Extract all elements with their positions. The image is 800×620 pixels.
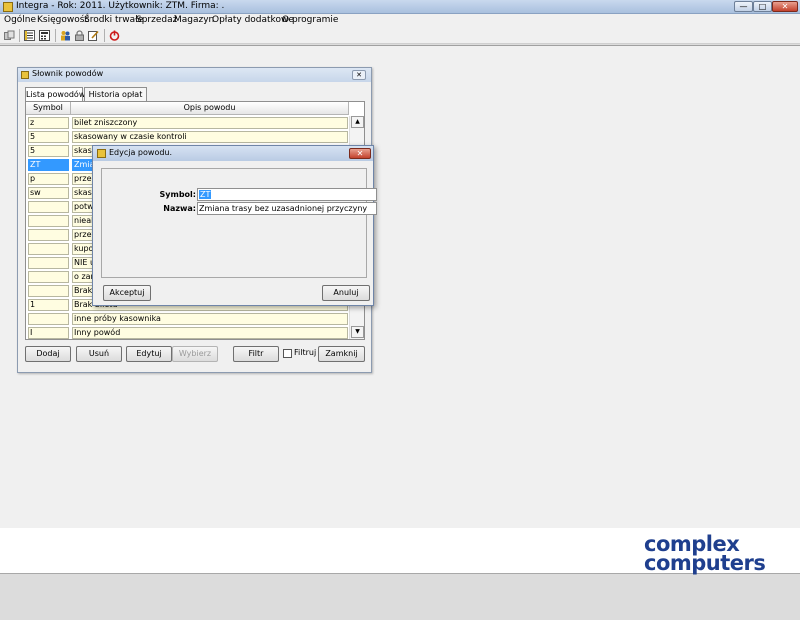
nazwa-input[interactable]: Zmiana trasy bez uzasadnionej przyczyny <box>197 202 377 215</box>
table-row[interactable]: z bilet zniszczony <box>26 116 349 130</box>
cell-symbol[interactable]: ZT <box>28 159 69 171</box>
filtruj-label[interactable]: Filtruj <box>294 348 316 357</box>
zamknij-button[interactable]: Zamknij <box>318 346 365 362</box>
cell-symbol[interactable] <box>28 271 69 283</box>
cell-symbol[interactable] <box>28 285 69 297</box>
company-logo-bottom: computers <box>644 551 766 575</box>
symbol-input[interactable]: ZT <box>197 188 377 201</box>
cell-symbol[interactable]: p <box>28 173 69 185</box>
cell-symbol[interactable] <box>28 313 69 325</box>
cell-symbol[interactable] <box>28 229 69 241</box>
edit-icon[interactable] <box>88 30 99 41</box>
cell-symbol[interactable] <box>28 257 69 269</box>
list-icon[interactable] <box>24 30 35 41</box>
app-icon <box>3 2 13 12</box>
toolbar-separator <box>19 29 20 42</box>
users-icon[interactable] <box>60 30 71 41</box>
cell-symbol[interactable] <box>28 201 69 213</box>
menu-bar: Ogólne Księgowość Środki trwałe Sprzedaż… <box>0 14 800 27</box>
cell-symbol[interactable] <box>28 243 69 255</box>
minimize-button[interactable]: — <box>734 1 753 12</box>
edycja-powodu-dialog: Edycja powodu. ✕ Symbol: ZT Nazwa: Zmian… <box>92 145 377 306</box>
toolbar-separator <box>55 29 56 42</box>
cell-opis[interactable]: inne próby kasownika <box>72 313 348 325</box>
tab-lista-powodow[interactable]: Lista powodów <box>25 87 85 102</box>
cell-symbol[interactable]: I <box>28 327 69 339</box>
column-header-symbol[interactable]: Symbol <box>26 102 71 115</box>
symbol-input-value: ZT <box>199 190 212 199</box>
calculator-icon[interactable] <box>39 30 50 41</box>
scroll-up-arrow-icon[interactable]: ▲ <box>351 116 364 128</box>
menu-ksiegowosc[interactable]: Księgowość <box>37 15 89 25</box>
maximize-button[interactable]: □ <box>753 1 772 12</box>
tab-historia-oplat[interactable]: Historia opłat <box>84 87 147 101</box>
window-icon <box>21 71 29 79</box>
cell-symbol[interactable]: z <box>28 117 69 129</box>
menu-o-programie[interactable]: O programie <box>282 15 338 25</box>
edycja-title: Edycja powodu. <box>109 148 173 157</box>
akceptuj-button[interactable]: Akceptuj <box>103 285 151 301</box>
dialog-icon <box>97 149 106 158</box>
column-header-opis[interactable]: Opis powodu <box>71 102 349 115</box>
power-icon[interactable] <box>109 30 120 41</box>
app-title-bar: Integra - Rok: 2011. Użytkownik: ZTM. Fi… <box>0 0 800 14</box>
table-row[interactable]: 5 skasowany w czasie kontroli <box>26 130 349 144</box>
menu-srodki-trwale[interactable]: Środki trwałe <box>84 15 143 25</box>
nazwa-label: Nazwa: <box>163 204 196 213</box>
cell-symbol[interactable]: 5 <box>28 131 69 143</box>
app-title: Integra - Rok: 2011. Użytkownik: ZTM. Fi… <box>16 1 225 11</box>
slownik-title-bar: Słownik powodów ✕ <box>18 68 371 82</box>
edytuj-button[interactable]: Edytuj <box>126 346 172 362</box>
edycja-form-panel: Symbol: ZT Nazwa: Zmiana trasy bez uzasa… <box>101 168 377 278</box>
edycja-title-bar: Edycja powodu. ✕ <box>93 146 373 161</box>
symbol-label: Symbol: <box>159 190 196 199</box>
close-button[interactable]: ✕ <box>772 1 798 12</box>
lock-icon[interactable] <box>74 30 85 41</box>
table-row[interactable]: inne próby kasownika <box>26 312 349 326</box>
slownik-title: Słownik powodów <box>32 69 104 78</box>
usun-button[interactable]: Usuń <box>76 346 122 362</box>
edycja-close-button[interactable]: ✕ <box>349 148 371 159</box>
cell-opis[interactable]: bilet zniszczony <box>72 117 348 129</box>
slownik-close-button[interactable]: ✕ <box>352 70 366 80</box>
cell-symbol[interactable] <box>28 215 69 227</box>
scroll-down-arrow-icon[interactable]: ▼ <box>351 326 364 338</box>
filtruj-checkbox[interactable] <box>283 349 292 358</box>
cell-opis[interactable]: skasowany w czasie kontroli <box>72 131 348 143</box>
menu-ogolne[interactable]: Ogólne <box>4 15 36 25</box>
filtr-button[interactable]: Filtr <box>233 346 279 362</box>
anuluj-button[interactable]: Anuluj <box>322 285 370 301</box>
cell-opis[interactable]: Inny powód <box>72 327 348 339</box>
toolbar-separator <box>104 29 105 42</box>
cell-symbol[interactable]: 1 <box>28 299 69 311</box>
menu-sprzedaz[interactable]: Sprzedaż <box>136 15 177 25</box>
menu-magazyn[interactable]: Magazyn <box>174 15 214 25</box>
table-row[interactable]: I Inny powód <box>26 326 349 340</box>
wybierz-button: Wybierz <box>172 346 218 362</box>
bottom-strip <box>0 573 800 620</box>
dodaj-button[interactable]: Dodaj <box>25 346 71 362</box>
cell-symbol[interactable]: sw <box>28 187 69 199</box>
copy-icon[interactable] <box>4 30 15 41</box>
cell-symbol[interactable]: 5 <box>28 145 69 157</box>
toolbar <box>0 27 800 44</box>
